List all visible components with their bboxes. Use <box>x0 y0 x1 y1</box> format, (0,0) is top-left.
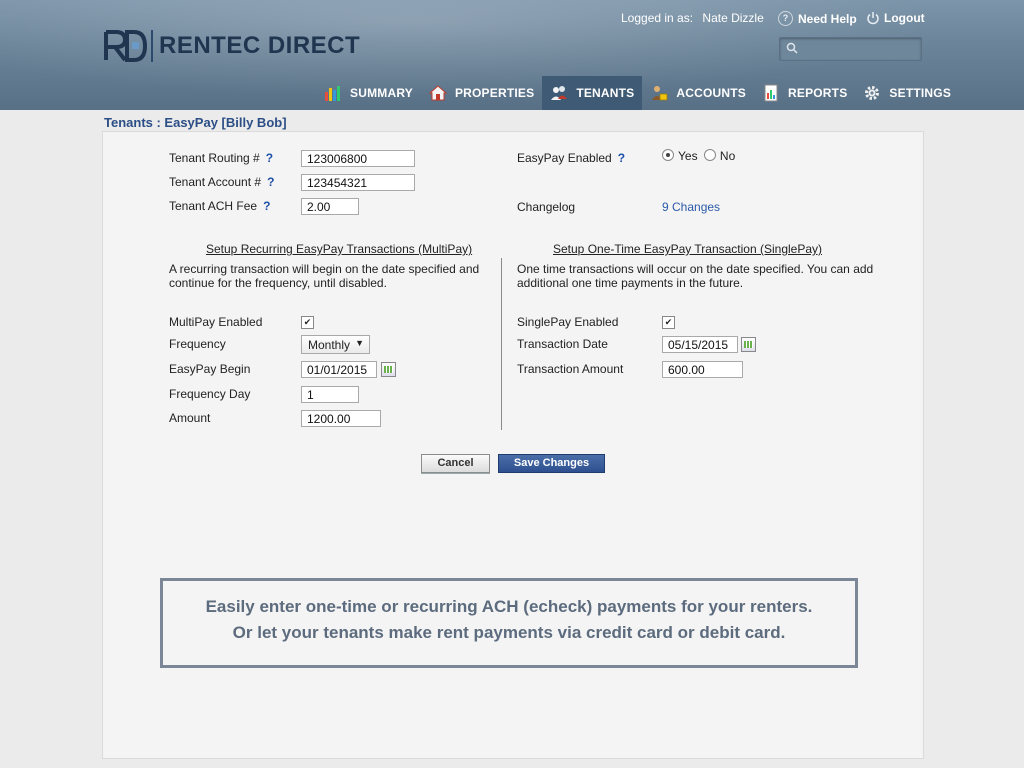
nav-label: SETTINGS <box>889 86 952 100</box>
easypay-enabled-label: EasyPay Enabled? <box>517 151 625 165</box>
gear-icon <box>865 86 880 100</box>
help-icon[interactable]: ? <box>263 199 270 213</box>
transaction-date-label: Transaction Date <box>517 337 608 351</box>
singlepay-desc-line: One time transactions will occur on the … <box>517 262 874 276</box>
people-icon <box>551 86 568 100</box>
frequency-day-label: Frequency Day <box>169 387 251 401</box>
logged-in-info: Logged in as: Nate Dizzle <box>621 11 764 25</box>
multipay-enabled-checkbox[interactable]: ✔ <box>301 316 314 329</box>
save-changes-button[interactable]: Save Changes <box>498 454 605 473</box>
search-icon <box>786 42 798 54</box>
bar-chart-icon <box>325 86 340 101</box>
main-nav: SUMMARY PROPERTIES TENANTS ACCOUNTS REPO… <box>316 76 959 110</box>
singlepay-description: One time transactions will occur on the … <box>517 262 873 290</box>
changelog-link[interactable]: 9 Changes <box>662 200 720 214</box>
cancel-button[interactable]: Cancel <box>421 454 490 473</box>
easypay-radio-group: Yes No <box>662 149 735 163</box>
help-icon: ? <box>778 11 793 26</box>
easypay-panel: Tenant Routing #? 123006800 Tenant Accou… <box>102 131 924 759</box>
fee-input[interactable]: 2.00 <box>301 198 359 215</box>
account-label-text: Tenant Account # <box>169 175 262 189</box>
no-label: No <box>719 149 736 163</box>
singlepay-title: Setup One-Time EasyPay Transaction (Sing… <box>553 242 823 256</box>
fee-label: Tenant ACH Fee? <box>169 199 270 213</box>
account-label: Tenant Account #? <box>169 175 274 189</box>
multipay-desc-line: continue for the frequency, until disabl… <box>169 276 387 290</box>
breadcrumb: Tenants : EasyPay [Billy Bob] <box>104 115 287 130</box>
nav-label: REPORTS <box>788 86 848 100</box>
transaction-amount-input[interactable]: 600.00 <box>662 361 743 378</box>
nav-settings[interactable]: SETTINGS <box>855 76 959 110</box>
promo-line: Easily enter one-time or recurring ACH (… <box>205 597 813 616</box>
search-input[interactable] <box>779 37 922 61</box>
logout-label: Logout <box>884 11 925 25</box>
calendar-icon[interactable] <box>381 362 396 377</box>
nav-label: PROPERTIES <box>454 86 535 100</box>
house-icon <box>428 85 447 101</box>
yes-label: Yes <box>678 149 698 163</box>
frequency-label: Frequency <box>169 337 226 351</box>
nav-label: SUMMARY <box>350 86 413 100</box>
help-icon[interactable]: ? <box>266 151 273 165</box>
help-label: Need Help <box>798 11 857 26</box>
report-icon <box>764 84 778 102</box>
rentec-logo[interactable]: RENTEC DIRECT <box>103 28 360 64</box>
changelog-label: Changelog <box>517 200 576 214</box>
multipay-description: A recurring transaction will begin on th… <box>169 262 479 290</box>
rd-logo-icon <box>104 30 147 62</box>
singlepay-desc-line: additional one time payments in the futu… <box>517 276 744 290</box>
routing-label-text: Tenant Routing # <box>169 151 260 165</box>
transaction-date-input[interactable]: 05/15/2015 <box>662 336 738 353</box>
nav-reports[interactable]: REPORTS <box>754 76 855 110</box>
account-input[interactable]: 123454321 <box>301 174 415 191</box>
nav-label: ACCOUNTS <box>676 86 746 100</box>
calendar-icon[interactable] <box>741 337 756 352</box>
need-help-link[interactable]: ? Need Help <box>778 11 857 26</box>
yes-radio[interactable] <box>662 149 674 161</box>
amount-label: Amount <box>169 411 211 425</box>
multipay-desc-line: A recurring transaction will begin on th… <box>169 262 480 276</box>
brand-name: RENTEC DIRECT <box>159 32 361 59</box>
logout-link[interactable]: Logout <box>866 11 925 25</box>
section-divider <box>501 258 502 430</box>
easypay-begin-input[interactable]: 01/01/2015 <box>301 361 377 378</box>
no-radio[interactable] <box>703 149 716 161</box>
frequency-day-input[interactable]: 1 <box>301 386 359 403</box>
easypay-begin-label: EasyPay Begin <box>169 362 251 376</box>
promo-line: Or let your tenants make rent payments v… <box>232 623 786 642</box>
nav-tenants[interactable]: TENANTS <box>542 76 643 110</box>
logo-divider <box>151 30 153 62</box>
logged-in-label: Logged in as: <box>621 11 694 25</box>
frequency-value: Monthly <box>308 338 351 352</box>
transaction-amount-label: Transaction Amount <box>517 362 624 376</box>
singlepay-enabled-label: SinglePay Enabled <box>517 315 619 329</box>
help-icon[interactable]: ? <box>267 175 274 189</box>
power-icon <box>867 12 879 25</box>
multipay-enabled-label: MultiPay Enabled <box>169 315 263 329</box>
nav-summary[interactable]: SUMMARY <box>316 76 421 110</box>
chevron-down-icon: ▼ <box>355 338 364 348</box>
nav-label: TENANTS <box>576 86 635 100</box>
easypay-enabled-text: EasyPay Enabled <box>517 151 612 165</box>
routing-label: Tenant Routing #? <box>169 151 273 165</box>
nav-accounts[interactable]: ACCOUNTS <box>642 76 754 110</box>
routing-input[interactable]: 123006800 <box>301 150 415 167</box>
person-money-icon <box>652 86 668 101</box>
promo-box: Easily enter one-time or recurring ACH (… <box>160 578 858 668</box>
frequency-select[interactable]: Monthly ▼ <box>301 335 370 354</box>
fee-label-text: Tenant ACH Fee <box>169 199 258 213</box>
header-bar: RENTEC DIRECT Logged in as: Nate Dizzle … <box>0 0 1024 110</box>
nav-properties[interactable]: PROPERTIES <box>421 76 542 110</box>
amount-input[interactable]: 1200.00 <box>301 410 381 427</box>
singlepay-enabled-checkbox[interactable]: ✔ <box>662 316 675 329</box>
user-name: Nate Dizzle <box>702 11 764 25</box>
multipay-title: Setup Recurring EasyPay Transactions (Mu… <box>206 242 473 256</box>
help-icon[interactable]: ? <box>618 151 625 165</box>
